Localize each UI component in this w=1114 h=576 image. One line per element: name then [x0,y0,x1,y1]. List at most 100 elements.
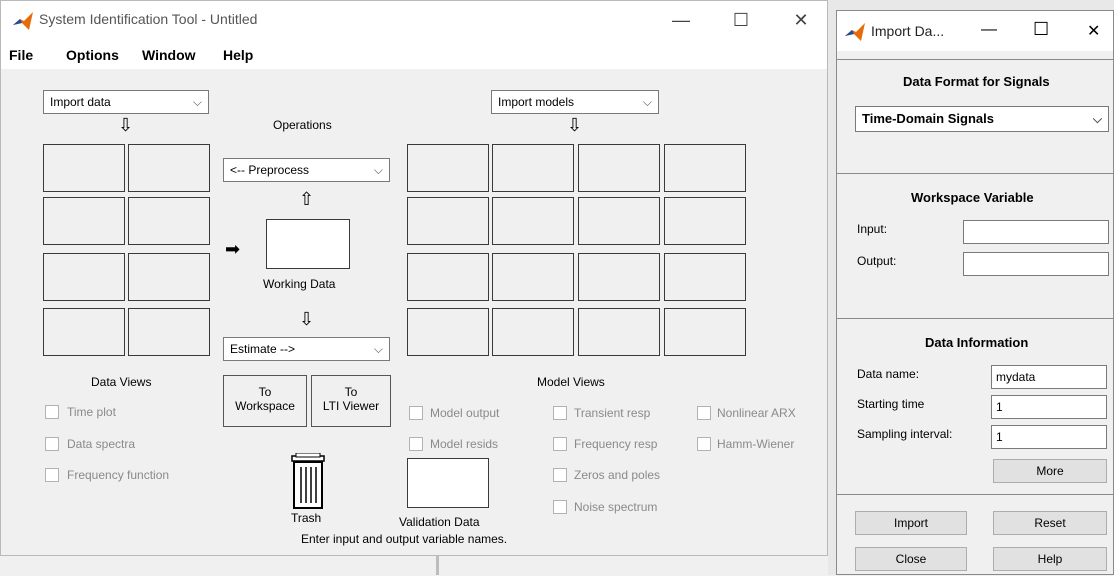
menu-help[interactable]: Help [223,47,253,63]
trash-label: Trash [291,511,322,525]
validation-data-slot[interactable] [407,458,489,508]
to-lti-line1: To [344,385,358,399]
format-select[interactable]: Time-Domain Signals ⌵ [855,106,1109,132]
import-button[interactable]: Import [855,511,967,535]
import-data-select[interactable]: Import data ⌵ [43,90,209,114]
more-button[interactable]: More [993,459,1107,483]
menu-options[interactable]: Options [66,47,119,63]
minimize-icon[interactable]: — [661,5,701,35]
chevron-down-icon: ⌵ [373,163,383,177]
minimize-icon[interactable]: — [981,21,997,39]
to-workspace-line1: To [258,385,272,399]
workspace-heading: Workspace Variable [911,190,1034,205]
hamm-wiener-label: Hamm-Wiener [717,437,795,451]
preprocess-select-label: <-- Preprocess [230,163,310,177]
model-resids-checkbox[interactable] [409,437,423,451]
matlab-logo-icon [13,12,33,30]
nonlinear-arx-checkbox[interactable] [697,406,711,420]
frequency-resp-checkbox[interactable] [553,437,567,451]
model-output-checkbox[interactable] [409,406,423,420]
model-slot[interactable] [664,253,746,301]
noise-spectrum-checkbox[interactable] [553,500,567,514]
model-slot[interactable] [578,308,660,356]
data-slot[interactable] [128,308,210,356]
to-workspace-button[interactable]: To Workspace [223,375,307,427]
actions-panel: Import Reset Close Help [837,494,1113,576]
format-heading: Data Format for Signals [903,74,1050,89]
chevron-down-icon: ⌵ [1092,112,1102,126]
chevron-down-icon: ⌵ [373,342,383,356]
time-plot-label: Time plot [67,405,116,419]
hamm-wiener-checkbox[interactable] [697,437,711,451]
model-slot[interactable] [492,197,574,245]
output-field[interactable] [963,252,1109,276]
starting-time-field[interactable]: 1 [991,395,1107,419]
import-models-select-label: Import models [498,95,575,109]
maximize-icon[interactable]: ☐ [721,5,761,35]
help-button[interactable]: Help [993,547,1107,571]
data-information-panel: Data Information Data name: mydata Start… [837,318,1113,494]
data-slot[interactable] [128,144,210,192]
data-slot[interactable] [43,197,125,245]
system-identification-window: System Identification Tool - Untitled — … [0,0,828,556]
model-output-label: Model output [430,406,500,420]
data-name-field[interactable]: mydata [991,365,1107,389]
starting-time-label: Starting time [857,397,925,411]
transient-resp-checkbox[interactable] [553,406,567,420]
data-slot[interactable] [128,253,210,301]
model-slot[interactable] [578,253,660,301]
data-spectra-checkbox[interactable] [45,437,59,451]
menu-file[interactable]: File [9,47,33,63]
input-label: Input: [857,222,888,236]
chevron-down-icon: ⌵ [642,95,652,109]
model-slot[interactable] [664,197,746,245]
time-plot-checkbox[interactable] [45,405,59,419]
model-slot[interactable] [407,197,489,245]
dialog-title-bar: Import Da... — ☐ ✕ [837,11,1113,51]
frequency-function-checkbox[interactable] [45,468,59,482]
model-slot[interactable] [407,253,489,301]
dialog-title: Import Da... [871,23,945,39]
model-slot[interactable] [492,253,574,301]
data-slot[interactable] [43,253,125,301]
model-slot[interactable] [407,308,489,356]
import-models-select[interactable]: Import models ⌵ [491,90,659,114]
data-slot[interactable] [43,144,125,192]
to-workspace-line2: Workspace [235,399,295,413]
status-message: Enter input and output variable names. [301,532,508,546]
working-data-slot[interactable] [266,219,350,269]
menu-window[interactable]: Window [142,47,196,63]
close-button[interactable]: Close [855,547,967,571]
zeros-and-poles-checkbox[interactable] [553,468,567,482]
estimate-select[interactable]: Estimate --> ⌵ [223,337,390,361]
model-slot[interactable] [664,308,746,356]
to-lti-line2: LTI Viewer [322,399,380,413]
chevron-down-icon: ⌵ [192,95,202,109]
model-slot[interactable] [664,144,746,192]
format-select-label: Time-Domain Signals [862,111,994,126]
zeros-and-poles-label: Zeros and poles [574,468,661,482]
model-slot[interactable] [492,144,574,192]
data-slot[interactable] [43,308,125,356]
trash-icon[interactable] [288,453,328,509]
model-slot[interactable] [578,144,660,192]
down-arrow-icon: ⇩ [118,115,134,135]
maximize-icon[interactable]: ☐ [1033,19,1049,40]
model-slot[interactable] [407,144,489,192]
format-panel: Data Format for Signals Time-Domain Sign… [837,59,1113,173]
data-slot[interactable] [128,197,210,245]
reset-button[interactable]: Reset [993,511,1107,535]
to-lti-viewer-button[interactable]: To LTI Viewer [311,375,391,427]
sampling-interval-label: Sampling interval: [857,427,953,441]
close-icon[interactable]: ✕ [1087,21,1100,41]
transient-resp-label: Transient resp [574,406,651,420]
model-views-heading: Model Views [537,375,605,389]
sampling-interval-field[interactable]: 1 [991,425,1107,449]
model-slot[interactable] [492,308,574,356]
input-field[interactable] [963,220,1109,244]
model-slot[interactable] [578,197,660,245]
data-name-label: Data name: [857,367,920,381]
close-icon[interactable]: ✕ [781,5,821,35]
preprocess-select[interactable]: <-- Preprocess ⌵ [223,158,390,182]
info-heading: Data Information [925,335,1029,350]
